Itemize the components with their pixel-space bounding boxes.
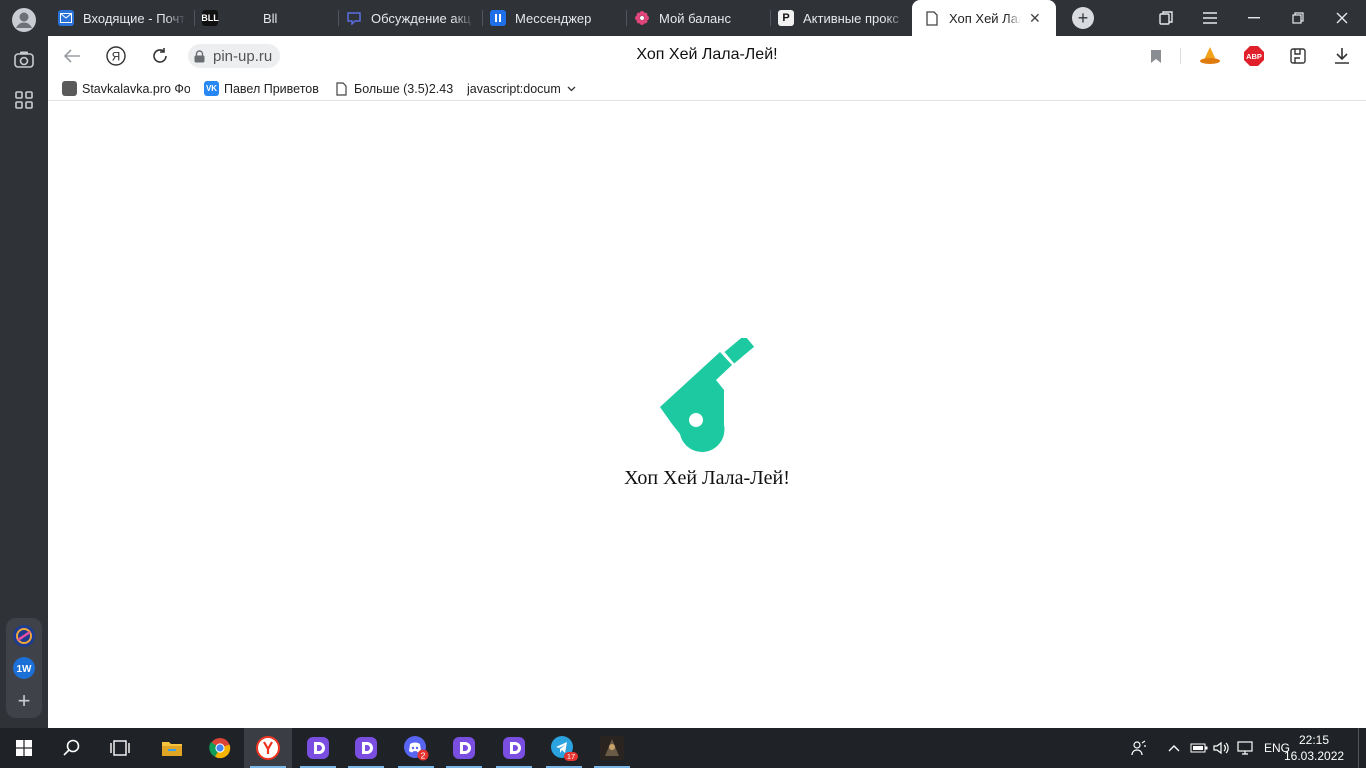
show-desktop-button[interactable] <box>1358 728 1366 768</box>
game-app-icon[interactable] <box>588 728 636 768</box>
menu-icon[interactable] <box>1188 0 1232 36</box>
tab-strip: Входящие - Почт BLL Bll Обсуждение акц М… <box>48 0 1366 36</box>
tab-inbox[interactable]: Входящие - Почт <box>58 0 186 36</box>
tab-messenger[interactable]: Мессенджер <box>490 0 618 36</box>
new-tab-button[interactable]: + <box>1072 7 1094 29</box>
reload-icon[interactable] <box>148 44 172 68</box>
bookmark-icon[interactable] <box>1144 44 1168 68</box>
messenger-icon <box>490 10 506 26</box>
windows-taskbar: 2 17 ENG 22:15 16.03.2022 <box>0 728 1366 768</box>
yandex-home-icon[interactable]: Я <box>104 44 128 68</box>
mail-icon <box>58 10 74 26</box>
page-icon <box>924 10 940 26</box>
yandex-browser-icon[interactable] <box>244 728 292 768</box>
tab-label: Мой баланс <box>659 10 731 26</box>
document-icon <box>334 81 349 96</box>
back-arrow-icon[interactable] <box>60 44 84 68</box>
apps-grid-icon[interactable] <box>8 84 40 116</box>
tab-active-pinup[interactable]: Хоп Хей Лала- ✕ <box>912 0 1056 36</box>
tab-manager-icon[interactable] <box>1144 0 1188 36</box>
adblock-icon[interactable]: ABP <box>1242 44 1266 68</box>
discord-badge: 2 <box>421 751 426 761</box>
tab-label: Входящие - Почт <box>83 10 186 26</box>
volume-icon[interactable] <box>1210 728 1232 768</box>
site-icon <box>62 81 77 96</box>
dolphin-app-icon-2[interactable] <box>342 728 390 768</box>
extensions-icon[interactable] <box>1286 44 1310 68</box>
tab-proxies[interactable]: P Активные прокс <box>778 0 906 36</box>
chevron-down-icon[interactable] <box>567 86 576 92</box>
bookmark-item-javascript[interactable]: javascript:document.c <box>467 80 591 97</box>
svg-text:Я: Я <box>112 50 121 64</box>
browser-toolbar: Я pin-up.ru Хоп Хей Лала-Лей! ABP <box>48 36 1366 76</box>
dolphin-app-icon-4[interactable] <box>490 728 538 768</box>
tray-chevron-up-icon[interactable] <box>1162 728 1186 768</box>
tab-balance[interactable]: Мой баланс <box>634 0 762 36</box>
url-text: pin-up.ru <box>213 47 273 65</box>
tab-label: Хоп Хей Лала- <box>949 10 1021 26</box>
extension-hat-icon[interactable] <box>1198 44 1222 68</box>
bookmarks-bar: Stavkalavka.pro Фо VK Павел Приветов Бол… <box>48 76 1366 101</box>
telegram-badge: 17 <box>567 752 575 761</box>
restore-icon[interactable] <box>1276 0 1320 36</box>
bookmark-item-vk[interactable]: VK Павел Приветов <box>204 80 319 97</box>
onewin-label: 1W <box>17 664 33 675</box>
tab-bll[interactable]: BLL Bll <box>202 0 330 36</box>
pinup-logo-icon <box>654 335 758 461</box>
network-icon[interactable] <box>1234 728 1258 768</box>
loading-text: Хоп Хей Лала-Лей! <box>624 467 790 489</box>
search-icon[interactable] <box>48 728 96 768</box>
tab-label: Мессенджер <box>515 10 592 26</box>
flower-icon <box>634 10 650 26</box>
vk-icon: VK <box>204 81 219 96</box>
bookmark-label: Больше (3.5)2.43 <box>354 81 454 96</box>
tab-label: Активные прокс <box>803 10 899 26</box>
bookmark-label: javascript:document.c <box>467 81 561 96</box>
chrome-icon[interactable] <box>196 728 244 768</box>
windows-start-icon[interactable] <box>0 728 48 768</box>
task-view-icon[interactable] <box>96 728 144 768</box>
sidebar-app-globe-icon[interactable] <box>8 620 40 652</box>
sidebar-app-1w-icon[interactable]: 1W <box>8 652 40 684</box>
battery-icon[interactable] <box>1188 728 1210 768</box>
close-tab-icon[interactable]: ✕ <box>1029 10 1041 27</box>
bookmark-label: Stavkalavka.pro Фо <box>82 81 190 96</box>
tab-discussion[interactable]: Обсуждение акц <box>346 0 474 36</box>
chat-icon <box>346 10 362 26</box>
tab-label: Обсуждение акц <box>371 10 471 26</box>
telegram-icon[interactable]: 17 <box>540 728 588 768</box>
bll-icon: BLL <box>202 10 219 26</box>
bookmark-item-bolshe[interactable]: Больше (3.5)2.43 <box>334 80 453 97</box>
dolphin-app-icon[interactable] <box>294 728 342 768</box>
minimize-icon[interactable] <box>1232 0 1276 36</box>
download-icon[interactable] <box>1330 44 1354 68</box>
tab-label: Bll <box>263 10 278 26</box>
discord-icon[interactable]: 2 <box>392 728 440 768</box>
adblock-label: ABP <box>1246 52 1262 61</box>
clock-time: 22:15 <box>1298 733 1330 747</box>
clock-date: 16.03.2022 <box>1284 749 1345 763</box>
people-icon[interactable] <box>1126 728 1152 768</box>
lock-icon <box>194 49 205 63</box>
address-bar[interactable]: pin-up.ru <box>188 44 281 68</box>
screenshot-icon[interactable] <box>8 44 40 76</box>
profile-avatar-icon[interactable] <box>8 4 40 36</box>
proxy-icon: P <box>778 10 794 26</box>
dolphin-app-icon-3[interactable] <box>440 728 488 768</box>
browser-sidebar: 1W + <box>0 0 48 728</box>
bookmark-item-stavkalavka[interactable]: Stavkalavka.pro Фо <box>62 80 190 97</box>
system-clock[interactable]: 22:15 16.03.2022 <box>1284 732 1344 764</box>
file-explorer-icon[interactable] <box>148 728 196 768</box>
bookmark-label: Павел Приветов <box>224 81 319 96</box>
sidebar-add-icon[interactable]: + <box>8 685 40 717</box>
page-content: Хоп Хей Лала-Лей! <box>48 101 1366 728</box>
close-window-icon[interactable] <box>1320 0 1364 36</box>
